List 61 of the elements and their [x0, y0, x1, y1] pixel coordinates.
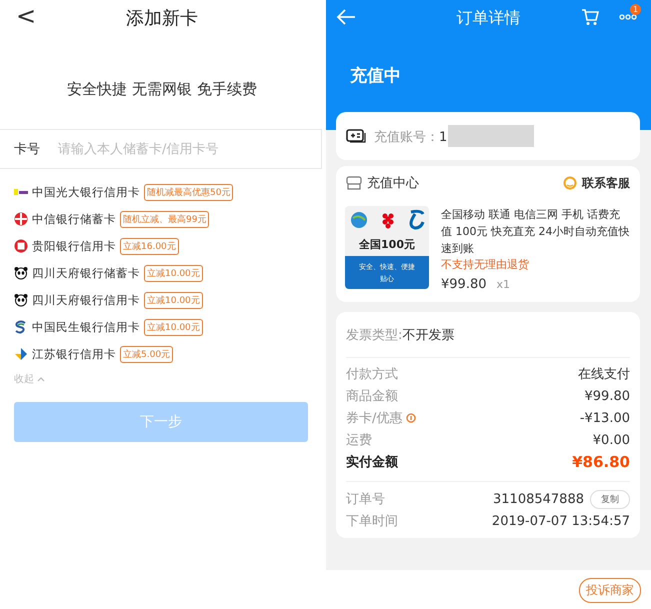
order-status: 充值中: [350, 65, 402, 88]
image-title: 全国100元: [358, 237, 416, 252]
bank-logo-icon: [14, 239, 28, 253]
bank-name: 中国光大银行信用卡: [32, 184, 140, 200]
store-icon: [346, 176, 362, 190]
contact-service-button[interactable]: 联系客服: [563, 174, 630, 192]
page-title: 订单详情: [456, 8, 520, 28]
account-label: 充值账号：: [374, 130, 439, 145]
bank-name: 贵阳银行信用卡: [32, 238, 116, 254]
bank-name: 江苏银行信用卡: [32, 346, 116, 362]
page-title: 添加新卡: [126, 7, 198, 30]
slogan-text: 安全快捷 无需网银 免手续费: [66, 80, 258, 99]
back-button[interactable]: <: [10, 2, 42, 30]
row-value: 2019-07-07 13:54:57: [492, 514, 630, 528]
product-price: ¥99.80: [441, 277, 486, 292]
bank-name: 中国民生银行信用卡: [32, 320, 140, 334]
account-value: 1: [439, 130, 448, 145]
promo-tag: 立减10.00元: [144, 264, 203, 282]
bank-logo-icon: [14, 212, 28, 226]
card-number-field[interactable]: 卡号 请输入本人储蓄卡/信用卡号: [0, 129, 322, 169]
row-label: 运费: [346, 432, 372, 449]
promo-tag: 随机减最高优惠50元: [144, 184, 234, 200]
invoice-label: 发票类型:: [346, 326, 402, 344]
panda-icon: [14, 293, 28, 307]
promo-tag: 立减10.00元: [144, 318, 203, 336]
row-label: 券卡/优惠: [346, 409, 416, 427]
cart-icon[interactable]: [581, 8, 599, 26]
invoice-value: 不开发票: [402, 326, 454, 344]
row-value: -¥13.00: [580, 410, 630, 426]
promo-tag: 立减16.00元: [120, 238, 179, 254]
row-value: ¥0.00: [592, 432, 630, 448]
bank-name: 中信银行储蓄卡: [32, 212, 116, 226]
chevron-up-icon: [37, 376, 45, 382]
row-label: 商品金额: [346, 388, 398, 405]
panda-icon: [14, 266, 28, 280]
field-label: 卡号: [14, 141, 40, 158]
service-icon: [563, 176, 577, 190]
card-icon: [346, 129, 366, 143]
row-label: 实付金额: [346, 454, 398, 471]
row-label: 下单时间: [346, 513, 398, 530]
row-value: ¥99.80: [584, 388, 630, 404]
more-button[interactable]: [619, 14, 637, 20]
back-arrow-icon[interactable]: [336, 8, 356, 26]
row-value: 31108547888: [493, 492, 584, 506]
row-label: 付款方式: [346, 366, 398, 383]
promo-tag: 立减5.00元: [120, 346, 174, 362]
return-notice: 不支持无理由退货: [441, 257, 530, 273]
info-icon[interactable]: [406, 413, 416, 423]
promo-tag: 随机立减、最高99元: [120, 210, 210, 228]
row-value: 在线支付: [578, 366, 630, 383]
product-description: 全国移动 联通 电信三网 手机 话费充值 100元 快充直充 24小时自动充值快速到账: [441, 207, 630, 257]
copy-button[interactable]: 复制: [590, 490, 630, 508]
quantity: x1: [496, 278, 510, 291]
promo-tag: 立减10.00元: [144, 292, 203, 308]
row-value: ¥86.80: [572, 453, 630, 471]
bank-name: 四川天府银行信用卡: [32, 292, 140, 308]
bank-logo-icon: [14, 347, 28, 361]
shop-name: 充值中心: [367, 175, 420, 192]
bank-logo-icon: [14, 320, 28, 334]
row-label: 订单号: [346, 491, 385, 508]
bank-name: 四川天府银行储蓄卡: [32, 266, 140, 280]
